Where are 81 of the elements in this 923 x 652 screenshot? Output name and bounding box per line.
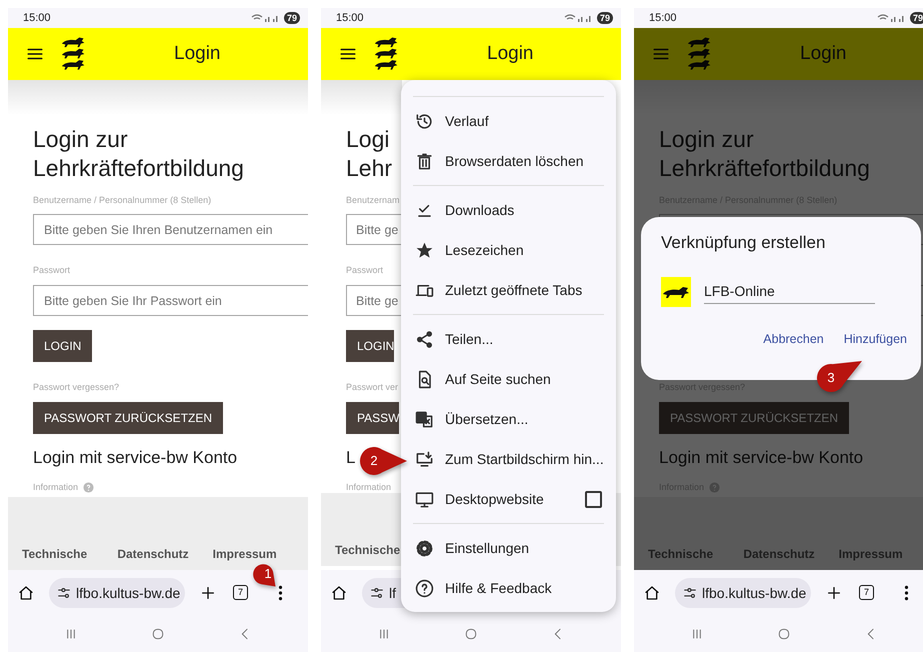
status-time: 15:00 [336, 12, 364, 24]
coat-of-arms-icon [61, 36, 87, 72]
coat-of-arms-icon [687, 36, 713, 72]
add-to-screen-icon [415, 450, 434, 468]
menu-item[interactable]: Downloads [401, 190, 616, 230]
dialog-button[interactable]: Abbrechen [763, 332, 824, 346]
tab-count-button[interactable]: 7 [859, 585, 874, 600]
page-heading: Login zur Lehrkräftefortbildung [33, 125, 245, 183]
home-icon[interactable] [331, 584, 347, 600]
footer-link[interactable]: Datenschutz [117, 547, 213, 561]
settings-icon [415, 538, 434, 558]
battery-level: 79 [910, 12, 923, 24]
url-bar[interactable]: lfbo.kultus-bw.de [675, 578, 811, 608]
menu-icon[interactable] [278, 584, 283, 600]
section-heading: Login mit service-bw Konto [659, 448, 864, 469]
coat-of-arms-icon [374, 36, 400, 72]
site-settings-icon[interactable] [57, 586, 71, 600]
translate-icon [415, 410, 434, 428]
history-icon [415, 112, 434, 130]
field-label: Passwort [33, 265, 72, 276]
site-settings-icon[interactable] [370, 586, 384, 600]
dialog-button[interactable]: Hinzufügen [844, 332, 907, 346]
footer-link[interactable]: Impressum [212, 547, 308, 561]
help-icon [415, 578, 434, 598]
menu-item[interactable]: Teilen... [401, 319, 616, 359]
menu-item[interactable]: Verlauf [401, 101, 616, 141]
url-text: lfbo.kultus-bw.de [702, 584, 806, 600]
menu-item[interactable]: Übersetzen... [401, 399, 616, 439]
url-text: lf [389, 584, 396, 600]
password-field[interactable]: Bitte geben Sie Ihr Passwort ein [33, 285, 308, 316]
menu-item[interactable]: Zum Startbildschirm hin... [401, 439, 616, 479]
field-label: Passwort [346, 265, 384, 276]
username-field[interactable]: Bitte ge [346, 214, 402, 245]
menu-item[interactable]: Desktopwebsite [401, 479, 616, 519]
menu-item[interactable]: Einstellungen [401, 528, 616, 568]
status-time: 15:00 [649, 12, 677, 24]
info-label: Information [33, 482, 78, 493]
menu-icon[interactable] [904, 584, 909, 600]
field-label: Benutzernam [346, 195, 401, 206]
header-title: Login [174, 43, 220, 65]
page-heading: Login zur Lehrkräftefortbildung [659, 125, 871, 183]
page-heading: Logi Lehr [346, 125, 394, 183]
trash-icon [415, 152, 434, 170]
footer-link[interactable]: Technische [22, 547, 118, 561]
menu-item[interactable]: Auf Seite suchen [401, 359, 616, 399]
monitor-icon [415, 490, 434, 508]
menu-item[interactable]: Browserdaten löschen [401, 141, 616, 181]
header-title: Login [800, 43, 846, 65]
status-time: 15:00 [23, 12, 51, 24]
menu-item[interactable]: Lesezeichen [401, 230, 616, 270]
menu-item[interactable]: Zuletzt geöffnete Tabs [401, 270, 616, 310]
url-bar[interactable]: lfbo.kultus-bw.de [49, 578, 185, 608]
url-text: lfbo.kultus-bw.de [76, 584, 180, 600]
star-icon [415, 240, 434, 260]
plus-icon[interactable] [200, 584, 216, 600]
login-button[interactable]: LOGIN [346, 330, 394, 362]
name-field[interactable]: LFB-Online [704, 280, 875, 304]
home-icon[interactable] [644, 584, 660, 600]
menu-item[interactable]: Hilfe & Feedback [401, 568, 616, 608]
battery-level: 79 [596, 12, 613, 24]
username-field[interactable]: Bitte geben Sie Ihren Benutzernamen ein [33, 214, 308, 245]
login-button[interactable]: LOGIN [33, 330, 92, 362]
info-label: Information [346, 482, 392, 493]
reset-password-button[interactable]: PASSWORT ZURÜCKSETZEN [33, 402, 224, 434]
reset-password-button[interactable]: PASSW [346, 402, 400, 434]
tab-count-button[interactable]: 7 [233, 585, 248, 600]
password-field[interactable]: Bitte ge [346, 285, 402, 316]
field-label: Passwort ver [346, 382, 400, 393]
section-heading: Login mit service-bw Konto [33, 448, 238, 469]
section-heading: L [346, 448, 356, 469]
home-icon[interactable] [18, 584, 34, 600]
site-settings-icon[interactable] [683, 586, 697, 600]
field-label: Passwort vergessen? [33, 382, 120, 393]
site-icon [661, 277, 691, 307]
plus-icon[interactable] [826, 584, 842, 600]
header-title: Login [487, 43, 534, 65]
battery-level: 79 [284, 12, 300, 24]
field-label: Benutzername / Personalnummer (8 Stellen) [33, 195, 212, 206]
checkbox[interactable] [585, 490, 602, 508]
share-icon [415, 330, 434, 348]
dialog-title: Verknüpfung erstellen [661, 233, 826, 254]
